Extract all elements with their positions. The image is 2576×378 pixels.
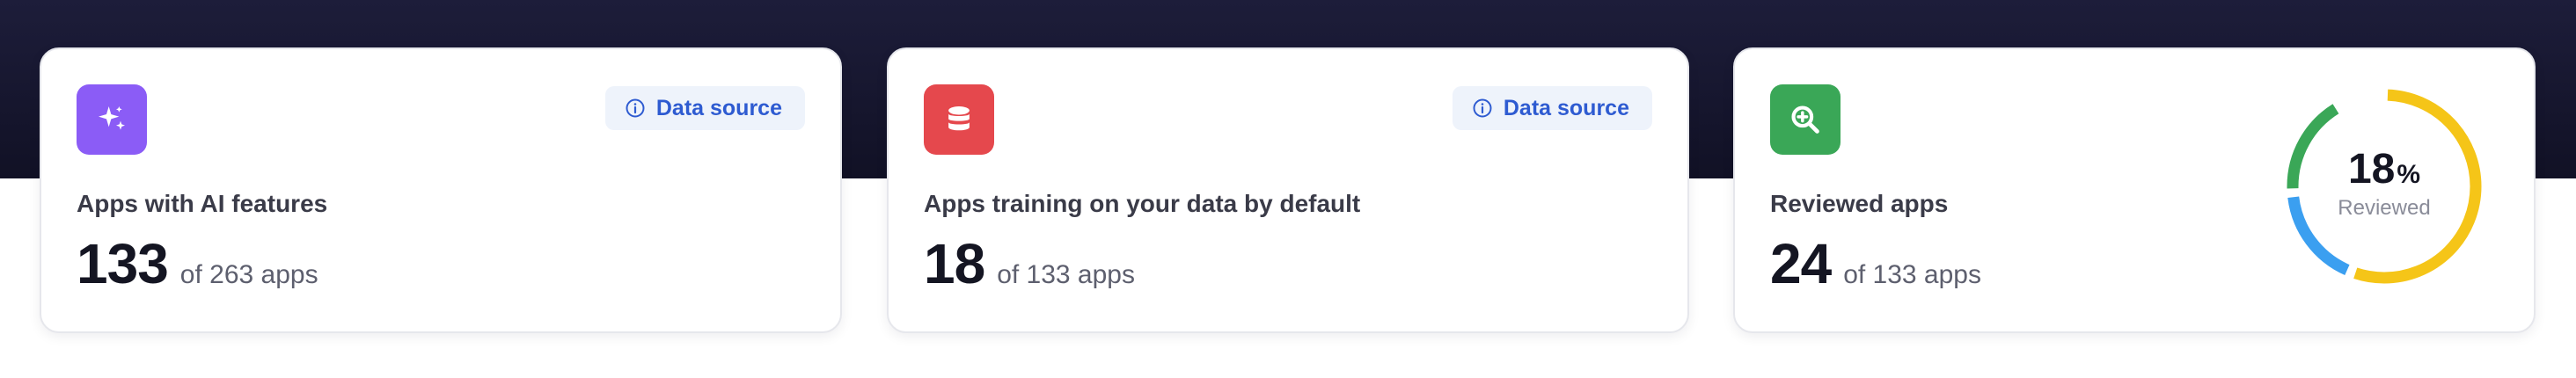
ai-features-tile [77,84,147,155]
donut-percent-symbol: % [2397,160,2421,189]
card-title: Apps training on your data by default [924,190,1361,217]
data-source-label: Data source [1503,95,1629,120]
training-card: Data source Apps training on your data b… [887,47,1689,333]
training-tile [924,84,994,155]
stat-total: of 133 apps [997,260,1135,289]
stat-count: 24 [1770,232,1832,295]
donut-center: 18 % Reviewed [2283,85,2485,287]
stat: 133 of 263 apps [77,236,318,292]
reviewed-card: Reviewed apps 24 of 133 apps 18 % Review… [1733,47,2536,333]
data-source-button[interactable]: Data source [1452,86,1652,130]
donut-percent: 18 % [2348,149,2420,191]
info-icon [626,98,645,118]
donut-percent-value: 18 [2347,146,2396,193]
stat-total: of 133 apps [1843,260,1981,289]
ai-features-card: Data source Apps with AI features 133 of… [40,47,842,333]
stat-count: 133 [77,232,169,295]
stat-total: of 263 apps [179,260,318,289]
card-title: Apps with AI features [77,190,328,217]
data-source-button[interactable]: Data source [604,86,805,130]
info-icon [1473,98,1492,118]
database-icon [948,105,970,131]
reviewed-donut: 18 % Reviewed [2283,85,2485,287]
data-source-label: Data source [655,95,782,120]
zoom-search-icon [1791,105,1819,134]
stat-count: 18 [924,232,985,295]
stat: 24 of 133 apps [1770,236,1981,292]
card-title: Reviewed apps [1770,190,1949,217]
donut-label: Reviewed [2338,196,2431,220]
stat: 18 of 133 apps [924,236,1135,292]
reviewed-tile [1770,84,1841,155]
sparkles-icon [99,106,125,130]
